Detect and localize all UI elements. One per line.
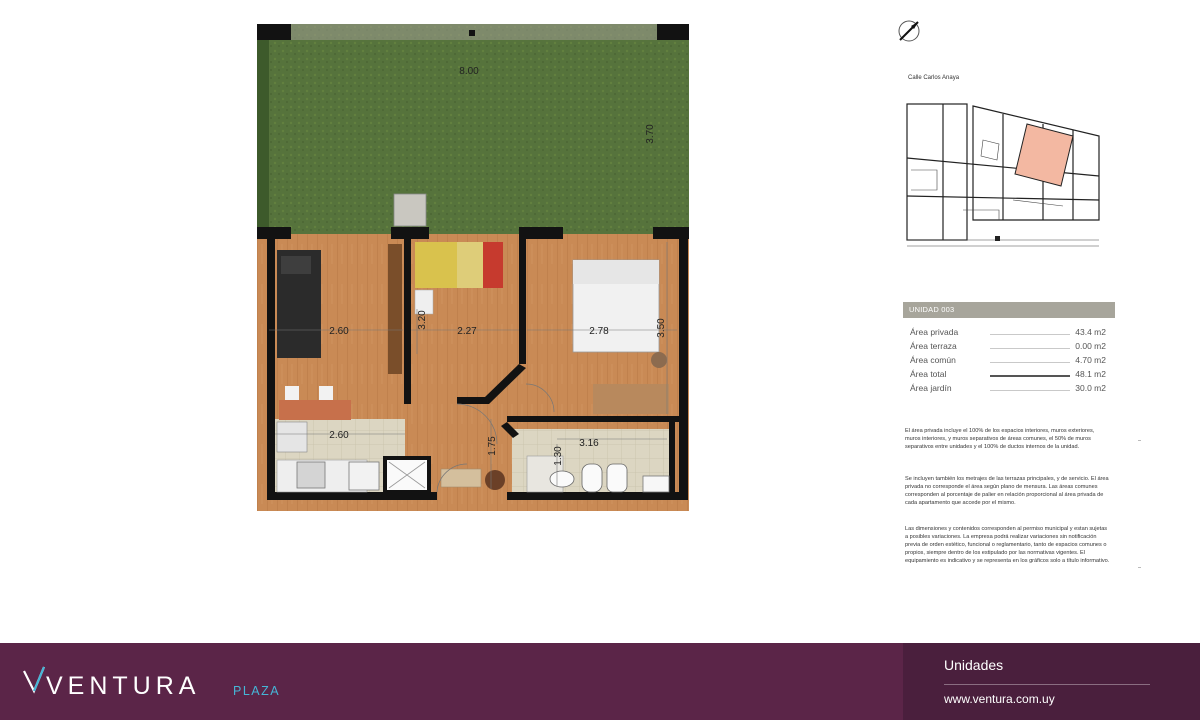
area-label: Área privada <box>910 327 959 337</box>
area-label: Área jardín <box>910 383 952 393</box>
area-label: Área total <box>910 369 947 379</box>
dim-garden-width: 8.00 <box>459 66 479 77</box>
brand-name: VENTURA <box>46 672 201 700</box>
area-row-private: Área privada 43.4 m2 <box>910 327 1106 341</box>
dim-living-width: 2.60 <box>329 326 349 337</box>
area-label: Área común <box>910 355 956 365</box>
dim-room2-width: 2.27 <box>457 326 477 337</box>
note-common-area: Se incluyen también los metrajes de las … <box>905 476 1109 506</box>
area-row-common: Área común 4.70 m2 <box>910 355 1106 369</box>
sink <box>606 463 628 493</box>
website-link[interactable]: www.ventura.com.uy <box>944 692 1055 706</box>
dim-kitchen-width: 2.60 <box>329 430 349 441</box>
garden <box>257 24 689 234</box>
dim-room1-depth: 3.50 <box>656 318 667 338</box>
area-value: 30.0 m2 <box>1075 383 1106 393</box>
tv-unit <box>388 244 402 374</box>
floor-plan: 8.00 3.70 2.60 3.20 2.27 2.78 3.50 2.60 … <box>257 24 689 511</box>
brand-subtitle: PLAZA <box>233 684 281 698</box>
street-label: Calle Carlos Anaya <box>908 75 960 81</box>
toilet <box>581 463 603 493</box>
area-label: Área terraza <box>910 341 957 351</box>
area-row-total: Área total 48.1 m2 <box>910 369 1106 383</box>
dim-garden-depth: 3.70 <box>645 124 656 144</box>
area-row-garden: Área jardín 30.0 m2 <box>910 383 1106 397</box>
dim-wall-320: 3.20 <box>417 310 428 330</box>
area-value: 43.4 m2 <box>1075 327 1106 337</box>
area-value: 4.70 m2 <box>1075 355 1106 365</box>
site-plan <box>906 103 1100 247</box>
footer-info-panel <box>903 643 1200 720</box>
compass-icon <box>898 20 920 42</box>
unit-header: UNIDAD 003 <box>903 302 1115 318</box>
unit-highlight <box>1014 123 1074 187</box>
dim-hall: 1.75 <box>487 436 498 456</box>
note-private-area: El área privada incluye el 100% de los e… <box>905 428 1095 450</box>
section-title: Unidades <box>944 657 1004 673</box>
dining-table <box>279 400 351 420</box>
area-value: 0.00 m2 <box>1075 341 1106 351</box>
garden-fixture <box>393 193 427 227</box>
area-row-terrace: Área terraza 0.00 m2 <box>910 341 1106 355</box>
stove <box>348 461 380 491</box>
dim-bath-width: 3.16 <box>579 438 599 449</box>
ventura-logo-icon <box>23 666 46 694</box>
footer-divider <box>944 684 1150 685</box>
dim-bath-depth: 1.30 <box>553 446 564 466</box>
note-disclaimer: Las dimensiones y contenidos corresponde… <box>905 526 1110 564</box>
area-value: 48.1 m2 <box>1075 369 1106 379</box>
counter <box>276 421 308 453</box>
dim-room1-width: 2.78 <box>589 326 609 337</box>
